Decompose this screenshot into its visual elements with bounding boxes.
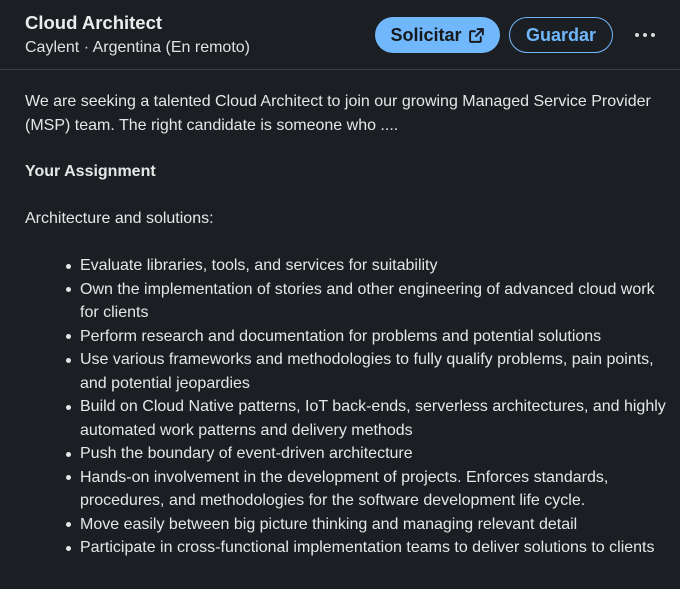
list-item: Perform research and documentation for p… xyxy=(66,325,670,349)
sub-heading: Architecture and solutions: xyxy=(25,209,214,227)
list-item: Use various frameworks and methodologies… xyxy=(66,348,670,395)
more-dot xyxy=(643,33,647,37)
more-dot xyxy=(651,33,655,37)
job-description: We are seeking a talented Cloud Architec… xyxy=(25,90,670,560)
job-header: Cloud Architect Caylent · Argentina (En … xyxy=(0,0,680,70)
apply-button-label: Solicitar xyxy=(390,24,462,45)
more-options-button[interactable] xyxy=(628,23,662,47)
responsibilities-list: Evaluate libraries, tools, and services … xyxy=(25,254,670,560)
job-title: Cloud Architect xyxy=(25,12,163,33)
company-location: Caylent · Argentina (En remoto) xyxy=(25,39,250,56)
list-item: Own the implementation of stories and ot… xyxy=(66,278,670,325)
list-item: Hands-on involvement in the development … xyxy=(66,466,670,513)
save-button[interactable]: Guardar xyxy=(509,17,613,53)
section-heading: Your Assignment xyxy=(25,163,156,180)
save-button-label: Guardar xyxy=(525,24,597,45)
description-intro: We are seeking a talented Cloud Architec… xyxy=(25,93,651,134)
list-item: Push the boundary of event-driven archit… xyxy=(66,442,670,466)
external-link-icon xyxy=(468,27,484,43)
list-item: Participate in cross-functional implemen… xyxy=(66,536,670,560)
list-item: Build on Cloud Native patterns, IoT back… xyxy=(66,395,670,442)
more-horizontal-icon xyxy=(635,33,639,37)
list-item: Evaluate libraries, tools, and services … xyxy=(66,254,670,278)
list-item: Move easily between big picture thinking… xyxy=(66,513,670,537)
apply-button[interactable]: Solicitar xyxy=(375,17,500,53)
